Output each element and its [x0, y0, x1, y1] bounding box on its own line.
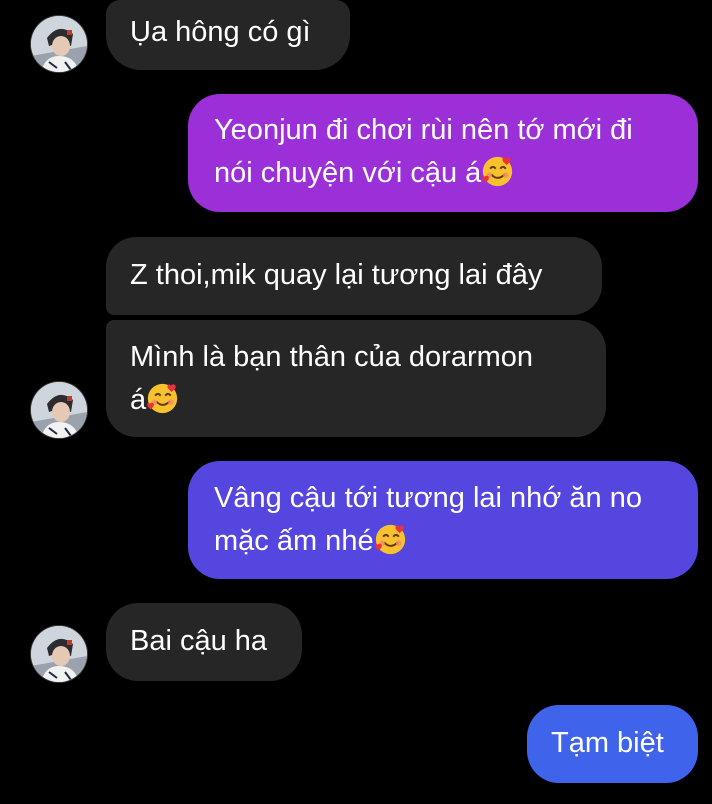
message-text-line-2: mặc ấm nhé — [214, 525, 374, 557]
message-text-line-1: Vâng cậu tới tương lai nhớ ăn no — [214, 482, 642, 514]
message-text: Tạm biệt — [551, 727, 664, 759]
message-text-line-2: á — [130, 384, 147, 416]
outgoing-message[interactable]: Yeonjun đi chơi rùi nên tớ mới đi nói ch… — [188, 94, 698, 212]
incoming-message[interactable]: Mình là bạn thân của dorarmon á — [106, 320, 606, 437]
smiling-face-with-hearts-icon — [146, 382, 179, 415]
incoming-message[interactable]: Bai cậu ha — [106, 603, 302, 681]
message-text-line-1: Mình là bạn thân của dorarmon — [130, 341, 534, 373]
avatar-photo-icon — [31, 16, 87, 72]
incoming-message[interactable]: Ụa hông có gì — [106, 0, 350, 70]
smiling-face-with-hearts-icon — [481, 155, 514, 188]
contact-avatar[interactable] — [31, 16, 87, 72]
message-text: Ụa hông có gì — [130, 16, 311, 48]
avatar-photo-icon — [31, 626, 87, 682]
outgoing-message[interactable]: Tạm biệt — [527, 705, 698, 783]
contact-avatar[interactable] — [31, 382, 87, 438]
message-text: Bai cậu ha — [130, 625, 268, 657]
message-text-line-2: nói chuyện với cậu á — [214, 157, 482, 189]
avatar-photo-icon — [31, 382, 87, 438]
incoming-message[interactable]: Z thoi,mik quay lại tương lai đây — [106, 237, 602, 315]
message-text-line-1: Yeonjun đi chơi rùi nên tớ mới đi — [214, 114, 633, 146]
smiling-face-with-hearts-icon — [374, 523, 407, 556]
outgoing-message[interactable]: Vâng cậu tới tương lai nhớ ăn no mặc ấm … — [188, 461, 698, 579]
message-text: Z thoi,mik quay lại tương lai đây — [130, 259, 543, 291]
contact-avatar[interactable] — [31, 626, 87, 682]
